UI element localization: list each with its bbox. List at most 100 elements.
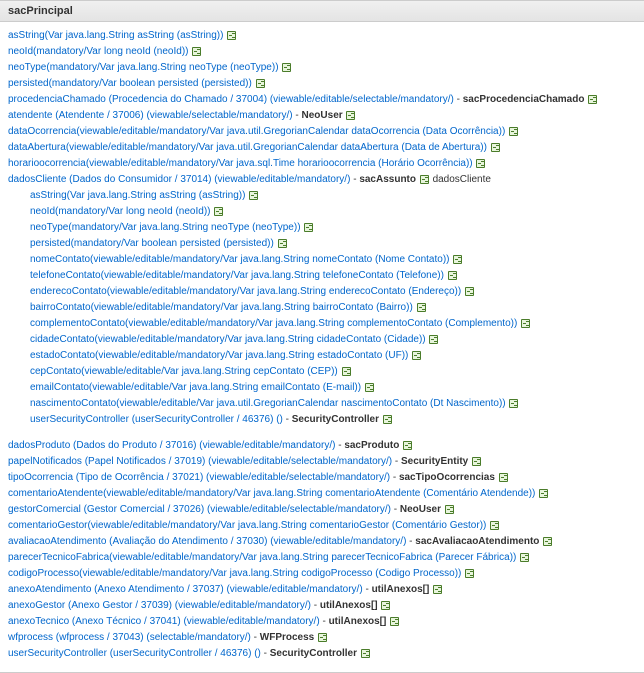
property-link[interactable]: enderecoContato(viewable/editable/mandat… — [30, 286, 461, 297]
property-link[interactable]: dadosCliente (Dados do Consumidor / 3701… — [8, 174, 350, 185]
tree-row: papelNotificados (Papel Notificados / 37… — [8, 454, 636, 469]
property-link[interactable]: estadoContato(viewable/editable/mandator… — [30, 350, 408, 361]
property-link[interactable]: gestorComercial (Gestor Comercial / 3702… — [8, 504, 391, 515]
property-link[interactable]: userSecurityController (userSecurityCont… — [30, 414, 283, 425]
property-link[interactable]: dataOcorrencia(viewable/editable/mandato… — [8, 126, 505, 137]
property-link[interactable]: nomeContato(viewable/editable/mandatory/… — [30, 254, 449, 265]
tree-row: atendente (Atendente / 37006) (viewable/… — [8, 108, 636, 123]
expand-icon[interactable] — [282, 63, 291, 72]
expand-icon[interactable] — [256, 79, 265, 88]
expand-icon[interactable] — [465, 287, 474, 296]
property-link[interactable]: neoId(mandatory/Var long neoId (neoId)) — [8, 46, 188, 57]
property-link[interactable]: persisted(mandatory/Var boolean persiste… — [8, 78, 252, 89]
expand-icon[interactable] — [390, 617, 399, 626]
expand-icon[interactable] — [412, 351, 421, 360]
expand-icon[interactable] — [417, 303, 426, 312]
property-link[interactable]: asString(Var java.lang.String asString (… — [8, 30, 223, 41]
property-link[interactable]: codigoProcesso(viewable/editable/mandato… — [8, 568, 461, 579]
property-link[interactable]: comentarioGestor(viewable/editable/manda… — [8, 520, 486, 531]
tree-row: dadosProduto (Dados do Produto / 37016) … — [8, 438, 636, 453]
property-link[interactable]: papelNotificados (Papel Notificados / 37… — [8, 456, 392, 467]
expand-icon[interactable] — [588, 95, 597, 104]
tree-row: procedenciaChamado (Procedencia do Chama… — [8, 92, 636, 107]
type-name: WFProcess — [260, 632, 314, 643]
expand-icon[interactable] — [381, 601, 390, 610]
property-link[interactable]: neoId(mandatory/Var long neoId (neoId)) — [30, 206, 210, 217]
property-link[interactable]: userSecurityController (userSecurityCont… — [8, 648, 261, 659]
tree-row: dataOcorrencia(viewable/editable/mandato… — [8, 124, 636, 139]
expand-icon[interactable] — [509, 127, 518, 136]
expand-icon[interactable] — [499, 473, 508, 482]
expand-icon[interactable] — [420, 175, 429, 184]
panel-content: asString(Var java.lang.String asString (… — [0, 22, 644, 672]
expand-icon[interactable] — [342, 367, 351, 376]
separator: - — [391, 504, 400, 515]
tree-row: cepContato(viewable/editable/Var java.la… — [8, 364, 636, 379]
property-link[interactable]: wfprocess (wfprocess / 37043) (selectabl… — [8, 632, 251, 643]
expand-icon[interactable] — [509, 399, 518, 408]
expand-icon[interactable] — [539, 489, 548, 498]
property-link[interactable]: dadosProduto (Dados do Produto / 37016) … — [8, 440, 335, 451]
expand-icon[interactable] — [214, 207, 223, 216]
expand-icon[interactable] — [433, 585, 442, 594]
expand-icon[interactable] — [543, 537, 552, 546]
tree-row: persisted(mandatory/Var boolean persiste… — [8, 236, 636, 251]
expand-icon[interactable] — [361, 649, 370, 658]
property-link[interactable]: parecerTecnicoFabrica(viewable/editable/… — [8, 552, 516, 563]
expand-icon[interactable] — [520, 553, 529, 562]
property-link[interactable]: complementoContato(viewable/editable/man… — [30, 318, 517, 329]
tree-row: asString(Var java.lang.String asString (… — [8, 188, 636, 203]
expand-icon[interactable] — [192, 47, 201, 56]
property-link[interactable]: asString(Var java.lang.String asString (… — [30, 190, 245, 201]
expand-icon[interactable] — [227, 31, 236, 40]
property-link[interactable]: avaliacaoAtendimento (Avaliação do Atend… — [8, 536, 406, 547]
property-link[interactable]: comentarioAtendente(viewable/editable/ma… — [8, 488, 535, 499]
tree-row: userSecurityController (userSecurityCont… — [8, 646, 636, 661]
type-name: NeoUser — [302, 110, 343, 121]
separator: - — [311, 600, 320, 611]
property-link[interactable]: atendente (Atendente / 37006) (viewable/… — [8, 110, 293, 121]
property-link[interactable]: anexoTecnico (Anexo Técnico / 37041) (vi… — [8, 616, 320, 627]
property-link[interactable]: anexoGestor (Anexo Gestor / 37039) (view… — [8, 600, 311, 611]
separator: - — [261, 648, 270, 659]
expand-icon[interactable] — [249, 191, 258, 200]
expand-icon[interactable] — [491, 143, 500, 152]
separator: - — [350, 174, 359, 185]
property-link[interactable]: telefoneContato(viewable/editable/mandat… — [30, 270, 444, 281]
expand-icon[interactable] — [490, 521, 499, 530]
tree-row: neoType(mandatory/Var java.lang.String n… — [8, 220, 636, 235]
property-link[interactable]: bairroContato(viewable/editable/mandator… — [30, 302, 413, 313]
type-name: SecurityEntity — [401, 456, 468, 467]
property-link[interactable]: dataAbertura(viewable/editable/mandatory… — [8, 142, 487, 153]
expand-icon[interactable] — [448, 271, 457, 280]
trail-text: dadosCliente — [433, 174, 491, 185]
property-link[interactable]: cepContato(viewable/editable/Var java.la… — [30, 366, 338, 377]
property-link[interactable]: anexoAtendimento (Anexo Atendimento / 37… — [8, 584, 363, 595]
property-link[interactable]: tipoOcorrencia (Tipo de Ocorrência / 370… — [8, 472, 390, 483]
tree-row: userSecurityController (userSecurityCont… — [8, 412, 636, 427]
expand-icon[interactable] — [472, 457, 481, 466]
tree-row: codigoProcesso(viewable/editable/mandato… — [8, 566, 636, 581]
expand-icon[interactable] — [476, 159, 485, 168]
property-link[interactable]: neoType(mandatory/Var java.lang.String n… — [30, 222, 301, 233]
expand-icon[interactable] — [445, 505, 454, 514]
property-link[interactable]: cidadeContato(viewable/editable/mandator… — [30, 334, 426, 345]
property-link[interactable]: emailContato(viewable/editable/Var java.… — [30, 382, 361, 393]
expand-icon[interactable] — [465, 569, 474, 578]
tree-row: nascimentoContato(viewable/editable/Var … — [8, 396, 636, 411]
property-link[interactable]: persisted(mandatory/Var boolean persiste… — [30, 238, 274, 249]
property-link[interactable]: neoType(mandatory/Var java.lang.String n… — [8, 62, 279, 73]
property-link[interactable]: nascimentoContato(viewable/editable/Var … — [30, 398, 506, 409]
expand-icon[interactable] — [383, 415, 392, 424]
expand-icon[interactable] — [304, 223, 313, 232]
expand-icon[interactable] — [318, 633, 327, 642]
property-link[interactable]: procedenciaChamado (Procedencia do Chama… — [8, 94, 454, 105]
expand-icon[interactable] — [521, 319, 530, 328]
expand-icon[interactable] — [365, 383, 374, 392]
expand-icon[interactable] — [278, 239, 287, 248]
expand-icon[interactable] — [429, 335, 438, 344]
expand-icon[interactable] — [346, 111, 355, 120]
property-link[interactable]: horarioocorrencia(viewable/editable/mand… — [8, 158, 473, 169]
expand-icon[interactable] — [453, 255, 462, 264]
expand-icon[interactable] — [403, 441, 412, 450]
